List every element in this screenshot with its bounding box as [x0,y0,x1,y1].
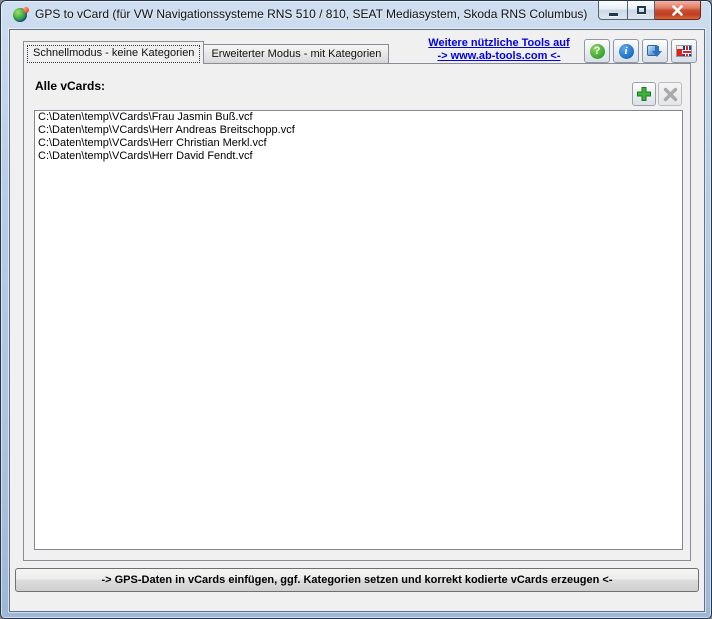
maximize-button[interactable] [627,1,655,20]
minimize-button[interactable] [598,1,627,20]
tab-label: Erweiterter Modus - mit Kategorien [211,48,382,60]
list-item[interactable]: C:\Daten\temp\VCards\Herr Christian Merk… [35,137,682,150]
language-flag-icon [676,45,692,57]
titlebar[interactable]: GPS to vCard (für VW Navigationssysteme … [1,1,711,29]
remove-x-icon [663,87,677,101]
tabstrip: Schnellmodus - keine Kategorien Erweiter… [23,41,390,64]
update-download-icon [647,44,663,59]
add-vcard-button[interactable] [632,82,656,106]
website-link-line1[interactable]: Weitere nützliche Tools auf [410,37,588,50]
client-area: Schnellmodus - keine Kategorien Erweiter… [8,28,706,613]
close-button[interactable] [655,1,701,20]
app-globe-icon [13,7,29,23]
toolbar: ? i [584,39,697,63]
tab-erweiterter-modus[interactable]: Erweiterter Modus - mit Kategorien [204,44,390,64]
vcards-label: Alle vCards: [35,79,106,93]
list-buttons [632,82,682,106]
website-link[interactable]: Weitere nützliche Tools auf -> www.ab-to… [410,37,588,63]
info-icon: i [618,43,634,59]
update-check-button[interactable] [642,39,668,63]
window-title: GPS to vCard (für VW Navigationssysteme … [35,7,588,21]
tab-schnellmodus[interactable]: Schnellmodus - keine Kategorien [23,41,205,64]
tab-label: Schnellmodus - keine Kategorien [33,47,195,59]
list-item[interactable]: C:\Daten\temp\VCards\Herr Andreas Breits… [35,124,682,137]
language-button[interactable] [671,39,697,63]
minimize-icon [608,12,618,16]
list-item[interactable]: C:\Daten\temp\VCards\Herr David Fendt.vc… [35,150,682,163]
website-link-line2[interactable]: -> www.ab-tools.com <- [410,50,588,63]
maximize-icon [636,6,646,14]
plus-icon [637,87,651,101]
tab-page-schnellmodus: Alle vCards: C:\Daten\temp\VCards\Frau J… [23,63,691,561]
close-icon [672,4,683,16]
remove-vcard-button[interactable] [658,82,682,106]
help-icon: ? [589,43,605,59]
list-item[interactable]: C:\Daten\temp\VCards\Frau Jasmin Buß.vcf [35,111,682,124]
info-button[interactable]: i [613,39,639,63]
gps-dot-icon [23,7,29,13]
vcard-listbox[interactable]: C:\Daten\temp\VCards\Frau Jasmin Buß.vcf… [34,110,683,550]
generate-vcards-button[interactable]: -> GPS-Daten in vCards einfügen, ggf. Ka… [15,568,699,592]
app-window: GPS to vCard (für VW Navigationssysteme … [0,0,712,619]
caption-buttons [598,1,701,20]
help-button[interactable]: ? [584,39,610,63]
